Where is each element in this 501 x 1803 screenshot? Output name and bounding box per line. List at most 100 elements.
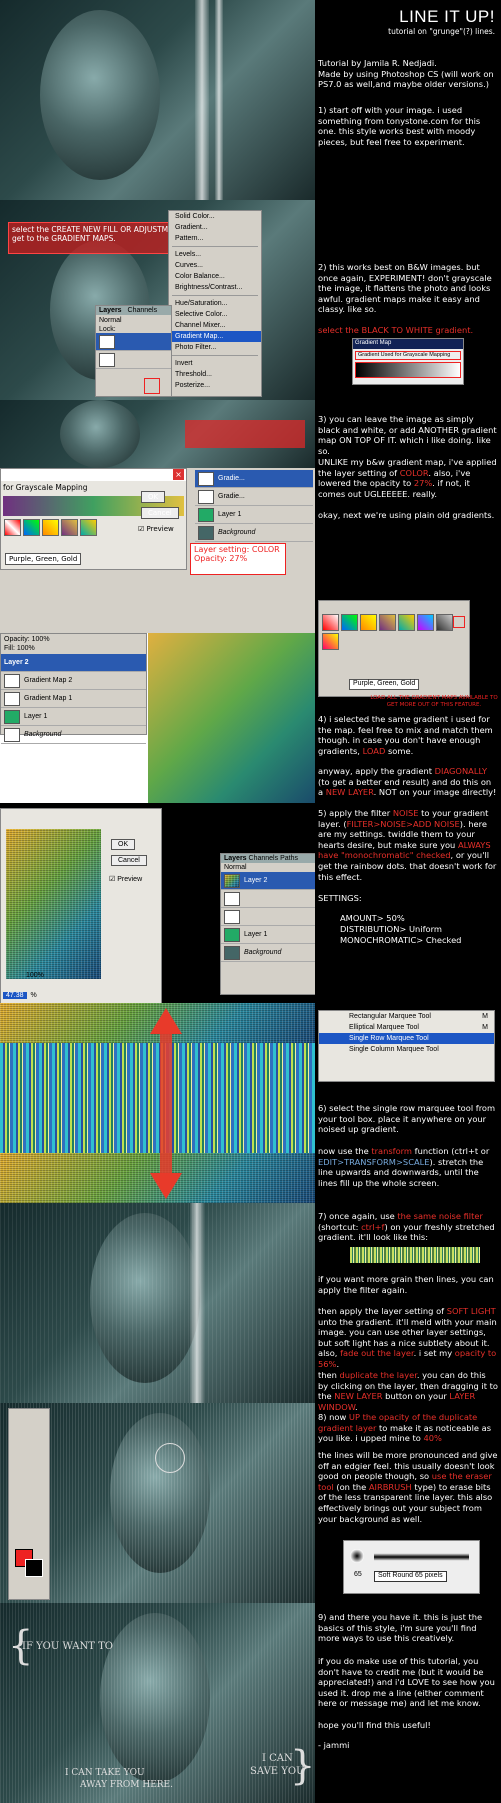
layer-name: Layer 1 [244, 931, 268, 938]
step7-grain: if you want more grain then lines, you c… [318, 1274, 494, 1295]
menu-item[interactable]: Gradient Map... [169, 331, 261, 342]
tab-channels[interactable]: Channels [249, 855, 279, 862]
s7d-mid2: button on your [382, 1391, 450, 1402]
s6b-pre: now use the [318, 1146, 372, 1156]
menu-item-single-row[interactable]: Single Row Marquee Tool [319, 1033, 494, 1044]
credit-author: Tutorial by Jamila R. Nedjadi. [318, 58, 437, 68]
layer-row[interactable]: Gradient Map 1 [1, 690, 146, 708]
layer-row[interactable]: Layer 1 [1, 708, 146, 726]
load-menu-arrow-icon[interactable] [453, 616, 465, 628]
ok-button[interactable]: OK [111, 839, 136, 850]
gradient-swatch[interactable] [4, 519, 21, 536]
gradient-swatch[interactable] [360, 614, 377, 631]
layer-name: Layer 1 [218, 511, 242, 518]
adjustment-menu: Solid Color... Gradient... Pattern... Level… [168, 210, 262, 397]
layer-row[interactable]: Layer 2 [1, 654, 146, 672]
menu-item[interactable]: Hue/Saturation... [169, 298, 261, 309]
light-streak [195, 0, 209, 200]
menu-item[interactable]: Gradient... [169, 222, 261, 233]
ok-button[interactable]: OK [141, 491, 166, 503]
preview-checkbox[interactable]: ☑ Preview [109, 875, 142, 883]
tab-paths[interactable]: Paths [280, 855, 298, 862]
gradient-swatch[interactable] [322, 614, 339, 631]
s7a-mid: (shortcut: [318, 1221, 362, 1232]
menu-item-label: Rectangular Marquee Tool [349, 1013, 431, 1020]
step9-hope: hope you'll find this useful! [318, 1720, 431, 1730]
caption-take2: AWAY FROM HERE. [80, 1780, 173, 1790]
tab-layers[interactable]: Layers [99, 307, 122, 314]
layer-row[interactable]: Gradie... [195, 488, 313, 506]
layer-row[interactable] [96, 351, 171, 369]
menu-item[interactable]: Color Balance... [169, 271, 261, 282]
gradient-swatch[interactable] [379, 614, 396, 631]
zoom-level: 100% [26, 972, 44, 979]
layer-row[interactable] [221, 890, 315, 908]
blend-mode-select[interactable]: Normal [221, 863, 315, 872]
brush-name-tooltip: Soft Round 65 pixels [374, 1571, 447, 1582]
cancel-button[interactable]: Cancel [111, 855, 147, 866]
layer-row[interactable]: Layer 2 [221, 872, 315, 890]
layer-row[interactable] [96, 333, 171, 351]
step8-photo [0, 1403, 315, 1603]
layer-row[interactable]: Layer 1 [195, 506, 313, 524]
gradient-swatch[interactable] [61, 519, 78, 536]
layer-row[interactable] [221, 908, 315, 926]
menu-item-rect-marquee[interactable]: Rectangular Marquee Tool M [319, 1011, 494, 1022]
menu-item[interactable]: Solid Color... [169, 211, 261, 222]
step2-screen: select the CREATE NEW FILL OR ADJUSTMENT… [0, 200, 315, 400]
menu-item[interactable]: Pattern... [169, 233, 261, 244]
gradient-swatch[interactable] [80, 519, 97, 536]
step3-text: 3) you can leave the image as simply bla… [318, 414, 497, 456]
menu-item-ellip-marquee[interactable]: Elliptical Marquee Tool M [319, 1022, 494, 1033]
menu-item[interactable]: Channel Mixer... [169, 320, 261, 331]
layer-row[interactable]: Gradie... [195, 470, 313, 488]
brush-cursor [155, 1443, 185, 1473]
gradient-swatch[interactable] [341, 614, 358, 631]
brush-stroke-preview [374, 1553, 469, 1561]
s7a-pre: 7) once again, use [318, 1211, 398, 1221]
tab-channels[interactable]: Channels [128, 307, 158, 314]
close-icon[interactable]: × [173, 469, 184, 480]
step7-duplicate: then duplicate the layer. you can do thi… [318, 1370, 498, 1412]
menu-item[interactable]: Levels... [169, 249, 261, 260]
fill-value[interactable]: 100% [17, 645, 35, 652]
layer-row[interactable]: Layer 1 [221, 926, 315, 944]
gradient-map-dialog: for Grayscale Mapping Purple, Green, Gol… [0, 468, 187, 570]
cancel-button[interactable]: Cancel [141, 507, 179, 519]
gradient-swatch[interactable] [42, 519, 59, 536]
gradient-swatch[interactable] [398, 614, 415, 631]
menu-item[interactable]: Photo Filter... [169, 342, 261, 353]
menu-item[interactable]: Curves... [169, 260, 261, 271]
blend-mode-select[interactable]: Normal [96, 315, 171, 326]
gradient-swatch[interactable] [417, 614, 434, 631]
fill-adjust-button[interactable] [144, 378, 160, 394]
layer-row[interactable]: Background [195, 524, 313, 542]
layer-row[interactable]: Background [1, 726, 146, 744]
layer-row[interactable]: Gradient Map 2 [1, 672, 146, 690]
layer-row[interactable]: Background [221, 944, 315, 962]
menu-item-single-column[interactable]: Single Column Marquee Tool [319, 1044, 494, 1055]
setting-line: MONOCHROMATIC> Checked [340, 935, 462, 945]
menu-item[interactable]: Selective Color... [169, 309, 261, 320]
menu-item[interactable]: Invert [169, 358, 261, 369]
gradient-swatch[interactable] [436, 614, 453, 631]
gradient-grid [319, 611, 469, 653]
menu-item[interactable]: Posterize... [169, 380, 261, 391]
gradient-swatch[interactable] [23, 519, 40, 536]
background-color-swatch[interactable] [25, 1559, 43, 1577]
step9-credit: if you do make use of this tutorial, you… [318, 1656, 495, 1709]
menu-item[interactable]: Threshold... [169, 369, 261, 380]
bw-gradient[interactable] [355, 361, 461, 378]
layer-thumb [198, 489, 214, 504]
marquee-tool-menu: Rectangular Marquee Tool M Elliptical Mar… [318, 1010, 495, 1082]
tab-layers[interactable]: Layers [224, 855, 247, 862]
s7d-pre: then [318, 1370, 340, 1380]
menu-item[interactable]: Brightness/Contrast... [169, 282, 261, 293]
gradient-swatch[interactable] [322, 633, 339, 650]
layer-thumb [4, 727, 20, 742]
opacity-value[interactable]: 100% [32, 636, 50, 643]
step6-detail: now use the transform function (ctrl+t o… [318, 1146, 498, 1188]
preview-checkbox[interactable]: ☑ Preview [138, 525, 174, 533]
soft-brush-icon[interactable] [350, 1549, 364, 1563]
amount-input[interactable]: 47.38 [3, 992, 27, 999]
